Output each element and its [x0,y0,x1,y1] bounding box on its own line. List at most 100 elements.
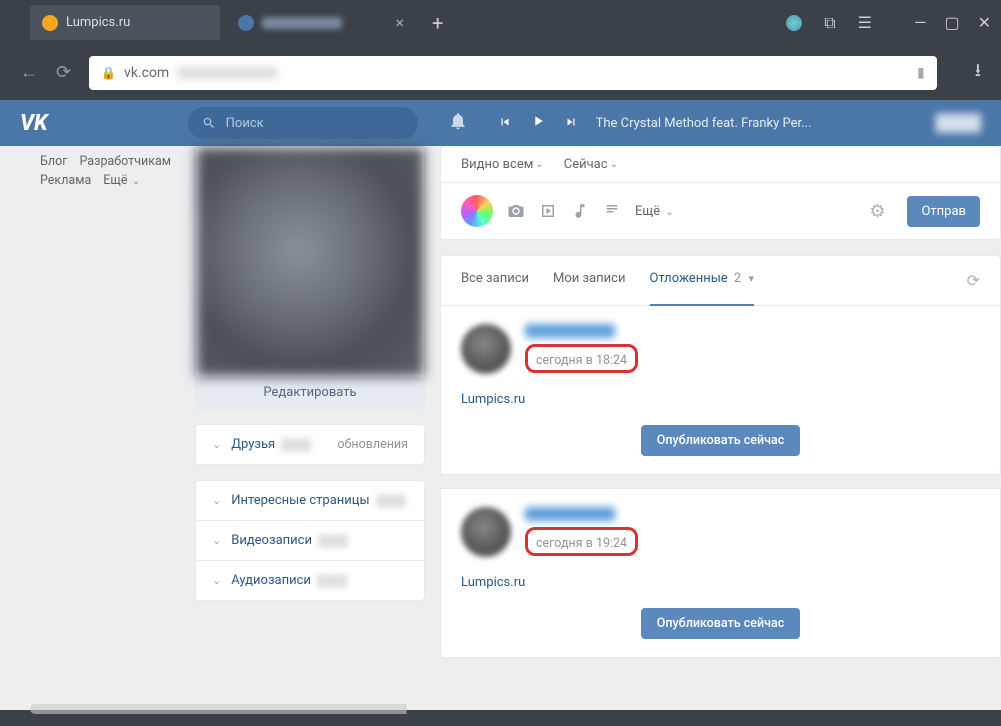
profile-column: Редактировать ⌄ Друзья обновления ⌄ Инте… [195,146,425,710]
chevron-down-icon: ⌄ [535,159,543,170]
attach-article-icon[interactable] [603,202,621,220]
profile-photo-card: Редактировать [195,146,425,409]
post-timestamp[interactable]: сегодня в 19:24 [536,536,627,551]
browser-tab-vk[interactable]: × [226,5,416,40]
player-next-icon[interactable] [564,114,578,133]
videos-count-blurred [318,534,348,548]
scheduled-post: сегодня в 18:24 Lumpics.ru Опубликовать … [441,306,1000,474]
post-separator [440,474,1001,489]
send-button[interactable]: Отправ [907,196,980,227]
timestamp-highlight: сегодня в 18:24 [525,344,638,373]
favicon-vk [238,15,254,31]
link-developers[interactable]: Разработчикам [79,154,171,169]
lock-icon: 🔒 [101,66,116,80]
link-ads[interactable]: Реклама [40,173,91,188]
scheduled-post: сегодня в 19:24 Lumpics.ru Опубликовать … [441,489,1000,657]
composer-avatar[interactable] [461,195,493,227]
link-blog[interactable]: Блог [40,154,67,169]
post-author-blurred[interactable] [525,324,615,338]
chevron-down-icon: ⌄ [212,494,221,507]
chevron-down-icon: ⌄ [129,176,140,187]
chevron-down-icon: ⌄ [212,574,221,587]
attach-video-icon[interactable] [539,202,557,220]
footer-links: Блог Разработчикам Реклама Ещё ⌄ [40,146,180,710]
search-input[interactable]: Поиск [188,107,418,139]
tab-all-posts[interactable]: Все записи [461,256,529,305]
attach-photo-icon[interactable] [507,202,525,220]
downloads-icon[interactable]: ⭳ [975,58,981,88]
nav-back[interactable]: ← [20,62,38,83]
music-player: The Crystal Method feat. Franky Per... [498,113,812,133]
chevron-down-icon: ⌄ [665,207,673,218]
favicon-lumpics [42,15,58,31]
composer-settings-icon[interactable]: ⚙ [869,201,885,222]
profile-photo[interactable] [196,147,424,377]
side-multi-card: ⌄ Интересные страницы ⌄ Видеозаписи ⌄ Ау… [195,480,425,601]
sync-icon[interactable] [786,15,802,31]
composer-card: Видно всем ⌄ Сейчас ⌄ Ещё ⌄ ⚙ Отправ [440,146,1001,240]
window-minimize[interactable]: ― [914,13,927,32]
address-bar[interactable]: 🔒 vk.com ▮ [89,56,937,90]
notifications-icon[interactable] [448,111,468,135]
header-username-blurred[interactable]: ████ [936,113,981,133]
sidebar-friends[interactable]: ⌄ Друзья обновления [196,425,424,464]
tab-strip: Lumpics.ru × + ⧉ ☰ ― ▢ ✕ [0,0,1001,45]
sidebar-pages[interactable]: ⌄ Интересные страницы [196,481,424,520]
post-link[interactable]: Lumpics.ru [461,392,525,407]
tab-title-blurred [262,17,342,29]
menu-icon[interactable]: ☰ [858,13,872,32]
post-avatar[interactable] [461,324,511,374]
browser-tab-lumpics[interactable]: Lumpics.ru [30,5,220,40]
post-link[interactable]: Lumpics.ru [461,575,525,590]
refresh-icon[interactable]: ⟳ [967,256,980,305]
player-play-icon[interactable] [530,113,546,133]
address-extra-blurred [177,67,277,79]
visibility-dropdown[interactable]: Видно всем ⌄ [461,157,544,172]
pages-label: Интересные страницы [231,493,369,508]
post-author-blurred[interactable] [525,507,615,521]
videos-label: Видеозаписи [231,533,312,548]
tab-close-icon[interactable]: × [395,13,404,32]
post-timestamp[interactable]: сегодня в 18:24 [536,353,627,368]
window-maximize[interactable]: ▢ [944,13,959,32]
library-icon[interactable]: ⧉ [824,13,835,33]
address-row: ← ⟳ 🔒 vk.com ▮ ⭳ [0,45,1001,100]
address-text: vk.com [124,65,169,81]
schedule-dropdown[interactable]: Сейчас ⌄ [564,157,618,172]
new-tab-button[interactable]: + [422,11,453,35]
tab-my-posts[interactable]: Мои записи [553,256,625,305]
chevron-down-icon: ⌄ [212,438,221,451]
player-track-title[interactable]: The Crystal Method feat. Franky Per... [596,116,812,131]
timestamp-highlight: сегодня в 19:24 [525,527,638,556]
post-avatar[interactable] [461,507,511,557]
pages-count-blurred [376,494,406,508]
composer-bar: Ещё ⌄ ⚙ Отправ [441,183,1000,239]
scheduled-count: 2 [734,271,741,286]
tab-title: Lumpics.ru [66,15,130,30]
edit-profile-button[interactable]: Редактировать [196,377,424,408]
window-controls: ⧉ ☰ ― ▢ ✕ [786,13,991,33]
search-icon [202,116,216,130]
sidebar-videos[interactable]: ⌄ Видеозаписи [196,521,424,560]
attach-more-dropdown[interactable]: Ещё ⌄ [635,204,674,219]
composer-meta: Видно всем ⌄ Сейчас ⌄ [441,147,1000,183]
audio-count-blurred [317,574,347,588]
horizontal-scrollbar[interactable] [30,704,971,714]
chevron-down-icon: ⌄ [212,534,221,547]
nav-reload[interactable]: ⟳ [56,62,71,83]
friends-updates[interactable]: обновления [337,437,408,452]
link-more[interactable]: Ещё ⌄ [103,173,140,188]
vk-header: VK Поиск The Crystal Method feat. Franky… [0,100,1001,146]
chevron-down-icon: ▾ [748,272,754,285]
attach-audio-icon[interactable] [571,202,589,220]
vk-logo[interactable]: VK [20,111,48,136]
tab-scheduled[interactable]: Отложенные 2 ▾ [650,256,755,305]
publish-now-button[interactable]: Опубликовать сейчас [641,608,800,639]
player-prev-icon[interactable] [498,114,512,133]
sidebar-audio[interactable]: ⌄ Аудиозаписи [196,561,424,600]
wall-column: Видно всем ⌄ Сейчас ⌄ Ещё ⌄ ⚙ Отправ [440,146,1001,710]
audio-label: Аудиозаписи [231,573,311,588]
publish-now-button[interactable]: Опубликовать сейчас [641,425,800,456]
window-close[interactable]: ✕ [978,13,991,32]
bookmark-icon[interactable]: ▮ [917,65,925,81]
